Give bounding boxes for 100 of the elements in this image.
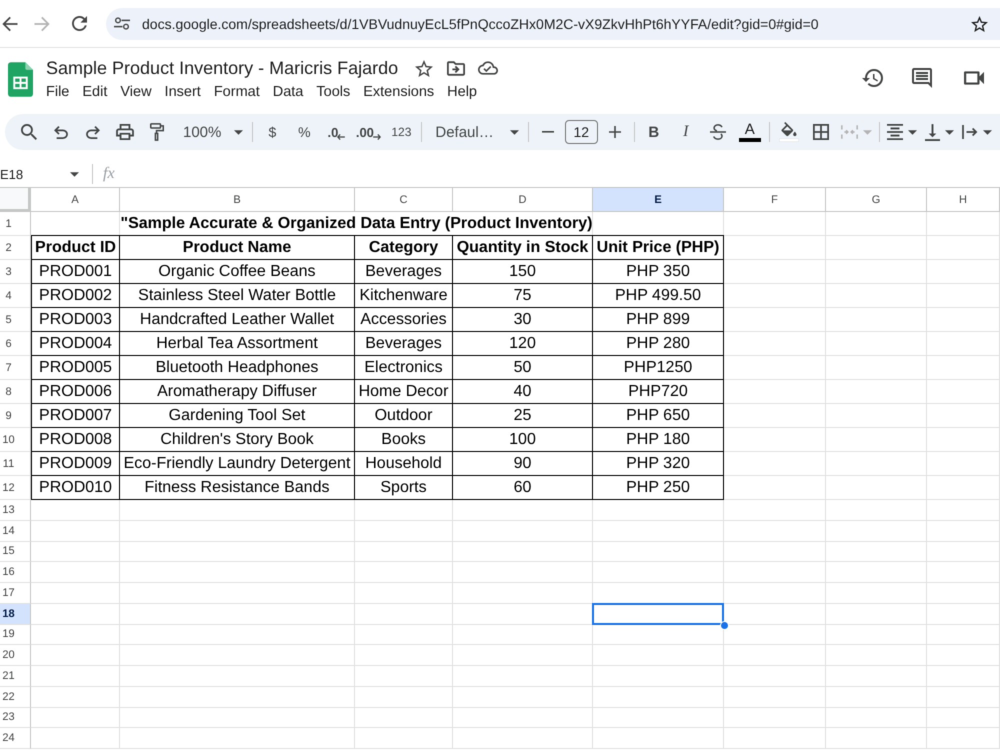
column-header[interactable]: F <box>724 188 826 212</box>
font-size-field[interactable]: 12 <box>564 120 598 144</box>
more-formats-button[interactable]: 123 <box>384 118 418 146</box>
caret-icon[interactable] <box>908 130 917 134</box>
row-header[interactable]: 21 <box>0 666 31 687</box>
redo-icon[interactable] <box>86 126 100 138</box>
row-header[interactable]: 8 <box>0 380 31 404</box>
row-header[interactable]: 3 <box>0 260 31 284</box>
column-header[interactable]: H <box>927 188 1000 212</box>
menu-item[interactable]: Help <box>447 83 477 101</box>
row-header[interactable]: 23 <box>0 708 31 728</box>
reload-icon[interactable] <box>72 16 87 31</box>
caret-icon[interactable] <box>944 130 954 134</box>
paint-format-icon[interactable] <box>150 123 164 141</box>
menu-item[interactable]: Data <box>272 83 304 101</box>
menu-item[interactable]: Insert <box>164 83 201 101</box>
menu-item[interactable]: Format <box>214 83 260 101</box>
right-arrow-icon <box>372 134 381 140</box>
table-cell: PROD003 <box>31 308 120 332</box>
row-header[interactable]: 7 <box>0 356 31 380</box>
row-header[interactable]: 5 <box>0 308 31 332</box>
row-header[interactable]: 6 <box>0 332 31 356</box>
row-header[interactable]: 18 <box>0 604 31 624</box>
print-icon[interactable] <box>116 124 134 140</box>
sheets-logo-icon[interactable] <box>8 62 33 97</box>
row-header[interactable]: 24 <box>0 728 31 749</box>
column-header[interactable]: A <box>31 188 120 212</box>
minus-icon[interactable] <box>542 131 554 133</box>
zoom-dropdown[interactable]: 100% <box>173 118 250 146</box>
percent-format-button[interactable]: % <box>288 118 320 146</box>
row-header[interactable]: 19 <box>0 624 31 646</box>
table-cell: Electronics <box>355 356 453 380</box>
bookmark-star-icon[interactable] <box>971 16 988 32</box>
menu-item[interactable]: File <box>46 83 70 101</box>
document-title[interactable]: Sample Product Inventory - Maricris Fajardo <box>46 58 398 78</box>
menu-item[interactable]: Extensions <box>363 83 434 101</box>
menu-item[interactable]: View <box>120 83 152 101</box>
row-header[interactable]: 16 <box>0 562 31 583</box>
table-cell: PROD010 <box>31 476 120 500</box>
comment-icon[interactable] <box>912 68 932 88</box>
caret-icon[interactable] <box>510 130 519 134</box>
cloud-check-icon[interactable] <box>478 61 498 75</box>
text-color-button[interactable]: A <box>734 118 766 146</box>
table-cell: PROD008 <box>31 428 120 452</box>
table-cell: Household <box>355 452 453 476</box>
plus-icon[interactable] <box>608 126 621 138</box>
table-cell: PROD009 <box>31 452 120 476</box>
caret-icon[interactable] <box>70 172 79 176</box>
back-arrow-icon[interactable] <box>2 16 18 32</box>
search-icon[interactable] <box>21 124 37 140</box>
fill-color-icon[interactable] <box>778 122 799 142</box>
site-settings-icon[interactable] <box>114 17 130 30</box>
history-icon[interactable] <box>862 69 883 87</box>
row-header[interactable]: 14 <box>0 520 31 542</box>
caret-icon[interactable] <box>234 130 244 134</box>
caret-icon[interactable] <box>982 130 992 134</box>
align-center-icon[interactable] <box>886 124 903 140</box>
column-header[interactable]: E <box>593 188 724 212</box>
text-wrap-icon[interactable] <box>962 125 978 139</box>
row-header[interactable]: 1 <box>0 212 31 236</box>
row-header[interactable]: 10 <box>0 428 31 452</box>
table-cell: PROD006 <box>31 380 120 404</box>
sheet-title: "Sample Accurate & Organized Data Entry (Product Inventory) <box>120 214 593 234</box>
menu-item[interactable]: Tools <box>316 83 350 101</box>
table-cell: 60 <box>453 476 593 500</box>
table-cell: 25 <box>453 404 593 428</box>
table-cell: PHP 899 <box>593 308 724 332</box>
row-header[interactable]: 20 <box>0 645 31 666</box>
column-header[interactable]: G <box>826 188 927 212</box>
header-cell: Category <box>355 236 453 260</box>
table-cell: Home Decor <box>355 380 453 404</box>
column-header[interactable]: C <box>355 188 453 212</box>
row-header[interactable]: 12 <box>0 476 31 500</box>
address-bar[interactable]: docs.google.com/spreadsheets/d/1VBVudnuyEcL5fPnQccoZHx0M2C-vX9ZkvHhPt6hYYFA/edit?gid=0#gid=0 <box>106 8 1000 40</box>
name-box[interactable]: E18 <box>0 162 84 186</box>
video-camera-icon[interactable] <box>964 71 984 85</box>
font-dropdown[interactable]: Defaul… <box>425 118 525 146</box>
menu-item[interactable]: Edit <box>82 83 108 101</box>
column-header[interactable]: B <box>120 188 355 212</box>
move-folder-icon[interactable] <box>447 60 466 76</box>
row-header[interactable]: 22 <box>0 686 31 708</box>
table-cell: Eco-Friendly Laundry Detergent <box>120 452 355 476</box>
strikethrough-icon[interactable] <box>710 124 726 140</box>
increase-decimal-button[interactable]: .00 <box>352 118 384 146</box>
row-header[interactable]: 11 <box>0 452 31 476</box>
row-header[interactable]: 4 <box>0 284 31 308</box>
currency-format-button[interactable]: $ <box>256 118 288 146</box>
decrease-decimal-button[interactable]: .0 <box>320 118 352 146</box>
star-icon[interactable] <box>415 60 434 76</box>
borders-icon[interactable] <box>812 124 829 140</box>
undo-icon[interactable] <box>54 126 68 138</box>
bold-button[interactable]: B <box>638 118 670 146</box>
italic-button[interactable]: I <box>670 118 702 146</box>
row-header[interactable]: 2 <box>0 236 31 260</box>
fill-handle-icon[interactable] <box>720 620 729 630</box>
row-header[interactable]: 15 <box>0 542 31 562</box>
vertical-align-bottom-icon[interactable] <box>924 124 940 140</box>
row-header[interactable]: 9 <box>0 404 31 428</box>
selected-cell[interactable] <box>592 602 724 624</box>
row-header[interactable]: 13 <box>0 500 31 521</box>
